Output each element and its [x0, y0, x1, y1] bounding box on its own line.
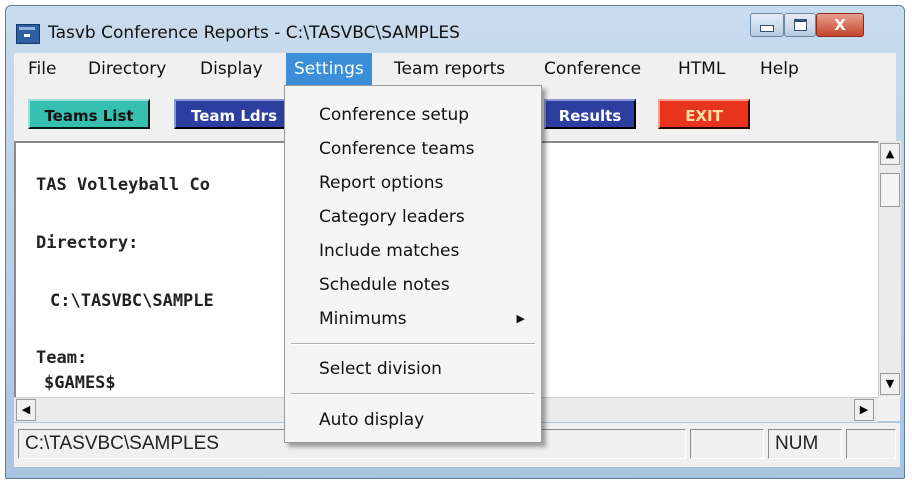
menu-team-reports[interactable]: Team reports — [386, 53, 513, 85]
close-button[interactable]: X — [816, 13, 864, 37]
menu-separator — [291, 343, 535, 345]
submenu-arrow-icon: ▶ — [516, 312, 525, 325]
status-panel-empty — [690, 429, 764, 459]
menu-item-conference-setup[interactable]: Conference setup — [285, 100, 539, 130]
menu-item-minimums[interactable]: Minimums ▶ — [285, 304, 539, 334]
scroll-right-icon[interactable]: ▶ — [854, 399, 874, 421]
scroll-up-icon[interactable]: ▲ — [880, 143, 900, 165]
close-icon: X — [834, 16, 846, 34]
minimize-button[interactable] — [750, 13, 784, 37]
menu-directory[interactable]: Directory — [80, 53, 174, 85]
maximize-icon — [793, 19, 807, 31]
exit-button[interactable]: EXIT — [658, 99, 750, 129]
vertical-scroll-thumb[interactable] — [880, 173, 900, 207]
menu-help[interactable]: Help — [752, 53, 807, 85]
maximize-button[interactable] — [784, 13, 816, 37]
scroll-left-icon[interactable]: ◀ — [16, 399, 36, 421]
window-title: Tasvb Conference Reports - C:\TASVBC\SAM… — [48, 23, 460, 43]
content-line: C:\TASVBC\SAMPLE — [50, 291, 214, 311]
menu-item-conference-teams[interactable]: Conference teams — [285, 134, 539, 164]
menu-item-select-division[interactable]: Select division — [285, 354, 539, 384]
menu-item-report-options[interactable]: Report options — [285, 168, 539, 198]
menu-html[interactable]: HTML — [670, 53, 733, 85]
content-line: Team: — [36, 348, 88, 368]
team-leaders-button[interactable]: Team Ldrs — [174, 99, 294, 129]
results-button[interactable]: Results — [544, 99, 636, 129]
menu-settings[interactable]: Settings — [286, 53, 372, 85]
menu-item-auto-display[interactable]: Auto display — [285, 405, 539, 435]
menu-item-include-matches[interactable]: Include matches — [285, 236, 539, 266]
menu-item-minimums-label: Minimums — [319, 309, 407, 329]
app-icon[interactable] — [16, 24, 40, 44]
teams-list-button[interactable]: Teams List — [28, 99, 150, 129]
vertical-scrollbar[interactable]: ▲ ▼ — [878, 141, 901, 397]
menu-conference[interactable]: Conference — [536, 53, 649, 85]
menu-item-schedule-notes[interactable]: Schedule notes — [285, 270, 539, 300]
content-line: Directory: — [36, 233, 139, 253]
status-num: NUM — [768, 429, 842, 459]
menu-file[interactable]: File — [20, 53, 64, 85]
content-line: $GAMES$ — [44, 373, 116, 393]
scrollbar-corner — [878, 397, 900, 421]
status-panel-empty — [846, 429, 896, 459]
menu-display[interactable]: Display — [192, 53, 271, 85]
scroll-down-icon[interactable]: ▼ — [880, 373, 900, 395]
menu-bar: File Directory Display Settings Team rep… — [14, 53, 896, 85]
menu-separator — [291, 393, 535, 395]
title-bar[interactable]: Tasvb Conference Reports - C:\TASVBC\SAM… — [6, 6, 904, 52]
menu-item-category-leaders[interactable]: Category leaders — [285, 202, 539, 232]
content-line: TAS Volleyball Co — [36, 175, 210, 195]
settings-dropdown-menu: Conference setup Conference teams Report… — [284, 85, 542, 443]
minimize-icon — [760, 24, 774, 32]
